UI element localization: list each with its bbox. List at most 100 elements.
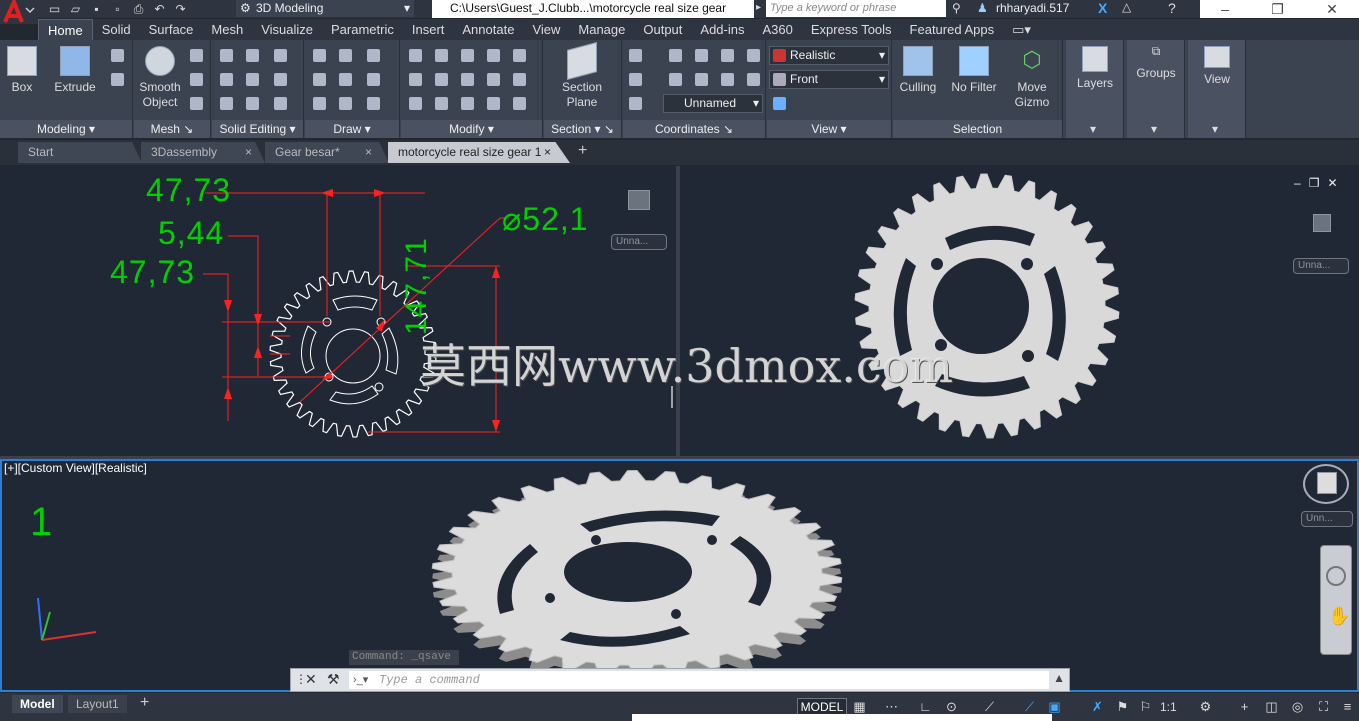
pan-hand-icon[interactable]: ✋ — [1328, 606, 1350, 627]
polyline-icon[interactable] — [313, 49, 326, 62]
tool-icon[interactable] — [246, 49, 259, 62]
tool-icon[interactable] — [246, 73, 259, 86]
annotation-visibility-icon[interactable]: ⚑ — [1115, 699, 1130, 714]
tab-surface[interactable]: Surface — [140, 19, 203, 40]
tool-icon[interactable] — [435, 73, 448, 86]
auto-scale-icon[interactable]: ⚐ — [1138, 699, 1153, 714]
smooth-object-button[interactable]: Smooth Object — [136, 46, 184, 110]
ucs-icon[interactable] — [695, 73, 708, 86]
doc-tab-motorcycle-gear[interactable]: motorcycle real size gear 1 × — [388, 142, 570, 163]
panel-groups[interactable]: ⧉ Groups ▾ — [1127, 40, 1185, 138]
doc-tab-3dassembly[interactable]: 3Dassembly × — [141, 142, 265, 163]
union-icon[interactable] — [220, 49, 233, 62]
a360-icon[interactable]: △ — [1122, 0, 1131, 14]
tab-a360[interactable]: A360 — [753, 19, 801, 40]
maximize-icon[interactable]: ❐ — [1271, 1, 1284, 18]
tab-output[interactable]: Output — [634, 19, 691, 40]
tool-icon[interactable] — [487, 49, 500, 62]
ucs-icon[interactable] — [629, 73, 642, 86]
panel-label[interactable]: Coordinates ↘ — [623, 120, 765, 138]
erase-icon[interactable] — [435, 97, 448, 110]
unnamed-ucs-dropdown[interactable]: Unna... — [611, 234, 667, 250]
command-input[interactable]: Type a command — [349, 671, 1049, 689]
circle-icon[interactable] — [367, 73, 380, 86]
steering-wheel-icon[interactable] — [1326, 566, 1346, 586]
ucs-icon[interactable] — [669, 73, 682, 86]
gear-icon[interactable]: ⚙ — [1198, 699, 1213, 714]
tool-icon[interactable] — [246, 97, 259, 110]
tab-visualize[interactable]: Visualize — [252, 19, 322, 40]
polar-icon[interactable]: ⊙ — [944, 699, 959, 714]
panel-label[interactable]: Mesh ↘ — [134, 120, 210, 138]
redo-icon[interactable]: ↷ — [172, 2, 189, 16]
transparency-icon[interactable]: ▣ — [1047, 699, 1062, 714]
ucs-icon[interactable] — [629, 97, 642, 110]
tab-home[interactable]: Home — [38, 18, 93, 41]
world-icon[interactable] — [747, 49, 760, 62]
ucs-icon[interactable] — [695, 49, 708, 62]
tab-layout1[interactable]: Layout1 — [68, 695, 127, 713]
tool-icon[interactable] — [513, 49, 526, 62]
viewcube[interactable] — [628, 190, 650, 210]
panel-label[interactable]: Section ▾ ↘ — [544, 120, 621, 138]
panel-label[interactable]: Modeling ▾ — [0, 120, 132, 138]
tab-mesh[interactable]: Mesh — [202, 19, 252, 40]
view-button[interactable]: View — [1194, 46, 1240, 87]
tool-icon[interactable] — [487, 97, 500, 110]
arc-icon[interactable] — [367, 49, 380, 62]
restore-icon[interactable]: ❐ — [1309, 176, 1320, 190]
search-input[interactable]: Type a keyword or phrase — [766, 0, 946, 17]
binoculars-icon[interactable]: ⚲ — [952, 1, 961, 15]
culling-button[interactable]: Culling — [895, 46, 941, 95]
ucs-icon[interactable] — [721, 49, 734, 62]
tool-icon[interactable] — [435, 49, 448, 62]
spline-icon[interactable] — [313, 73, 326, 86]
tab-parametric[interactable]: Parametric — [322, 19, 403, 40]
subtract-icon[interactable] — [220, 73, 233, 86]
viewcube[interactable] — [1317, 472, 1337, 494]
tool-icon[interactable] — [409, 97, 422, 110]
undo-icon[interactable]: ↶ — [151, 2, 168, 16]
new-tab-button[interactable]: + — [578, 142, 587, 160]
print-icon[interactable]: ⎙ — [130, 2, 147, 17]
viewport-label[interactable]: [+][Custom View][Realistic] — [4, 461, 147, 475]
mesh-tool-icon[interactable] — [190, 97, 203, 110]
viewport-config-icon[interactable] — [773, 97, 786, 110]
ucs-icon[interactable] — [629, 49, 642, 62]
tab-manage[interactable]: Manage — [569, 19, 634, 40]
doc-tab-start[interactable]: Start — [18, 142, 142, 163]
close-icon[interactable]: ✕ — [1326, 1, 1338, 18]
intersect-icon[interactable] — [220, 97, 233, 110]
doc-tab-gear-besar[interactable]: Gear besar* × — [265, 142, 389, 163]
tool-icon[interactable] — [487, 73, 500, 86]
line-icon[interactable] — [339, 73, 352, 86]
add-layout-button[interactable]: + — [140, 694, 149, 712]
move-gizmo-button[interactable]: ⬡ Move Gizmo — [1005, 46, 1059, 110]
viewcube[interactable] — [1313, 214, 1331, 232]
snap-icon[interactable]: ⋯ — [884, 699, 899, 714]
array-icon[interactable] — [513, 97, 526, 110]
tab-insert[interactable]: Insert — [403, 19, 454, 40]
add-icon[interactable]: + — [1237, 699, 1252, 714]
ortho-icon[interactable]: ∟ — [918, 699, 933, 714]
tool-icon[interactable] — [339, 49, 352, 62]
close-icon[interactable]: ✕ — [1327, 176, 1337, 190]
no-filter-button[interactable]: No Filter — [945, 46, 1003, 95]
tab-annotate[interactable]: Annotate — [453, 19, 523, 40]
autocad-logo-icon[interactable] — [0, 0, 38, 24]
rotate-icon[interactable] — [461, 73, 474, 86]
panel-label[interactable]: Draw ▾ — [305, 120, 399, 138]
tab-featured-apps[interactable]: Featured Apps — [901, 19, 1004, 40]
unnamed-ucs-dropdown[interactable]: Unn... — [1301, 511, 1353, 527]
mesh-tool-icon[interactable] — [190, 73, 203, 86]
hardware-accel-icon[interactable]: ◎ — [1290, 699, 1305, 714]
tool-icon[interactable] — [274, 97, 287, 110]
user-name[interactable]: rhharyadi.517 — [996, 0, 1069, 17]
tool-icon[interactable] — [513, 73, 526, 86]
section-plane-button[interactable]: Section Plane — [552, 41, 612, 110]
move-icon[interactable] — [461, 49, 474, 62]
close-icon[interactable]: ✕ — [305, 671, 317, 688]
panel-label[interactable]: Solid Editing ▾ — [212, 120, 303, 138]
tab-solid[interactable]: Solid — [93, 19, 140, 40]
save-icon[interactable]: ▪ — [88, 2, 105, 16]
